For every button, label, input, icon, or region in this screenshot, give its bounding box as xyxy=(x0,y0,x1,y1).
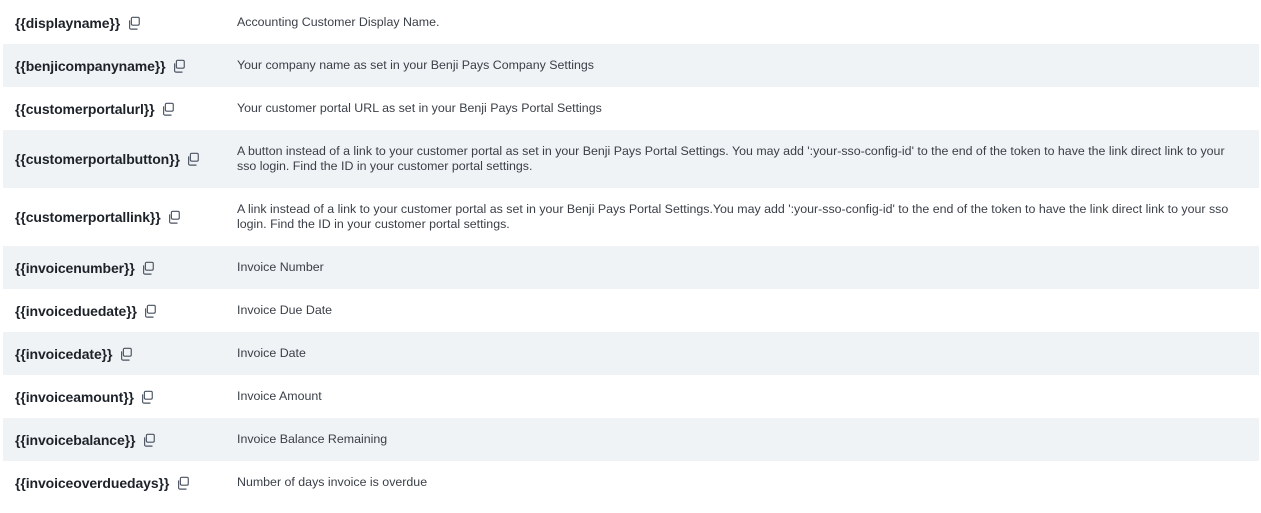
token-description: Invoice Date xyxy=(237,346,306,360)
token-row-invoicebalance: {{invoicebalance}} Invoice Balance Remai… xyxy=(3,418,1259,461)
copy-icon[interactable] xyxy=(186,152,201,167)
token-row-invoiceamount: {{invoiceamount}} Invoice Amount xyxy=(3,375,1259,418)
copy-icon[interactable] xyxy=(172,58,187,73)
token-cell: {{benjicompanyname}} xyxy=(15,58,237,74)
copy-icon[interactable] xyxy=(140,389,155,404)
token-row-customerportalbutton: {{customerportalbutton}} A button instea… xyxy=(3,130,1259,188)
copy-icon[interactable] xyxy=(143,303,158,318)
token-name: {{invoicedate}} xyxy=(15,345,113,362)
token-row-displayname: {{displayname}} Accounting Customer Disp… xyxy=(3,1,1259,44)
token-row-invoicenumber: {{invoicenumber}} Invoice Number xyxy=(3,246,1259,289)
token-name: {{customerportalbutton}} xyxy=(15,151,180,167)
token-description: Your company name as set in your Benji P… xyxy=(237,58,594,72)
token-cell: {{customerportalurl}} xyxy=(15,101,237,117)
copy-icon[interactable] xyxy=(161,101,176,116)
token-cell: {{invoiceoverduedays}} xyxy=(15,475,237,491)
token-cell: {{invoiceamount}} xyxy=(15,389,237,405)
copy-icon[interactable] xyxy=(167,210,182,225)
token-row-invoicedate: {{invoicedate}} Invoice Date xyxy=(3,332,1259,375)
token-description: A link instead of a link to your custome… xyxy=(237,202,1229,231)
token-name: {{invoicebalance}} xyxy=(15,431,136,448)
token-name: {{customerportallink}} xyxy=(15,209,161,225)
token-description: Your customer portal URL as set in your … xyxy=(237,101,602,115)
copy-icon[interactable] xyxy=(175,475,190,490)
token-description: Invoice Due Date xyxy=(237,303,333,317)
token-row-customerportallink: {{customerportallink}} A link instead of… xyxy=(3,188,1259,246)
token-row-invoiceoverduedays: {{invoiceoverduedays}} Number of days in… xyxy=(3,461,1259,504)
token-cell: {{invoiceduedate}} xyxy=(15,303,237,319)
token-cell: {{invoicedate}} xyxy=(15,346,237,362)
token-cell: {{customerportallink}} xyxy=(15,209,237,225)
token-description: Accounting Customer Display Name. xyxy=(237,15,440,29)
copy-icon[interactable] xyxy=(141,432,156,447)
token-name: {{invoiceamount}} xyxy=(15,388,134,405)
token-description: Number of days invoice is overdue xyxy=(237,475,428,489)
copy-icon[interactable] xyxy=(141,260,156,275)
token-description: Invoice Balance Remaining xyxy=(237,432,388,446)
token-table: {{displayname}} Accounting Customer Disp… xyxy=(3,1,1259,504)
token-name: {{invoicenumber}} xyxy=(15,259,135,276)
token-row-customerportalurl: {{customerportalurl}} Your customer port… xyxy=(3,87,1259,130)
copy-icon[interactable] xyxy=(118,346,133,361)
token-name: {{invoiceduedate}} xyxy=(15,302,137,319)
token-cell: {{customerportalbutton}} xyxy=(15,151,237,167)
token-name: {{benjicompanyname}} xyxy=(15,57,166,74)
token-name: {{customerportalurl}} xyxy=(15,100,155,117)
token-description: Invoice Number xyxy=(237,260,324,274)
copy-icon[interactable] xyxy=(126,15,141,30)
token-cell: {{invoicebalance}} xyxy=(15,432,237,448)
token-row-benjicompanyname: {{benjicompanyname}} Your company name a… xyxy=(3,44,1259,87)
token-name: {{displayname}} xyxy=(15,14,121,31)
token-cell: {{invoicenumber}} xyxy=(15,260,237,276)
token-cell: {{displayname}} xyxy=(15,15,237,31)
token-name: {{invoiceoverduedays}} xyxy=(15,474,170,491)
token-description: Invoice Amount xyxy=(237,389,322,403)
token-row-invoiceduedate: {{invoiceduedate}} Invoice Due Date xyxy=(3,289,1259,332)
token-description: A button instead of a link to your custo… xyxy=(237,144,1225,173)
